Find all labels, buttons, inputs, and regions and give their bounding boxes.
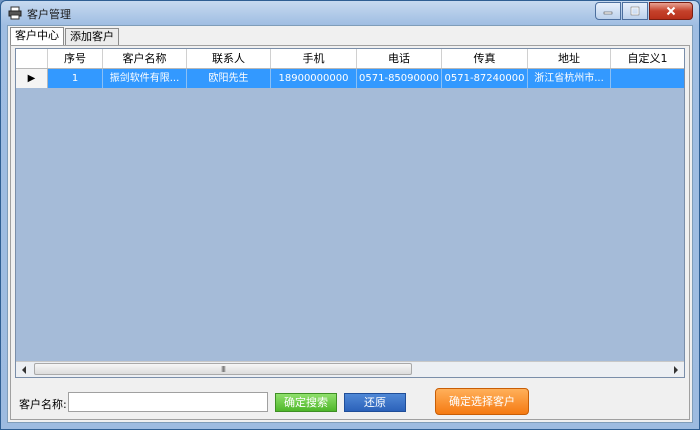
cell-phone[interactable]: 0571-85090000 [357,69,442,88]
cell-mobile[interactable]: 18900000000 [271,69,357,88]
row-indicator-icon: ▶ [16,69,48,88]
search-button[interactable]: 确定搜索 [275,393,337,412]
column-header-fax[interactable]: 传真 [442,49,528,68]
cell-custom1[interactable] [611,69,684,88]
close-icon [666,6,676,16]
scroll-thumb[interactable]: III [34,363,412,375]
column-header-phone[interactable]: 电话 [357,49,442,68]
column-header-custom1[interactable]: 自定义1 [611,49,684,68]
scroll-left-button[interactable] [17,363,31,376]
table-row[interactable]: ▶ 1 振剑软件有限... 欧阳先生 18900000000 0571-8509… [16,69,684,88]
grid-header: 序号 客户名称 联系人 手机 电话 传真 地址 自定义1 [16,49,684,69]
confirm-select-customer-button[interactable]: 确定选择客户 [435,388,529,415]
scroll-thumb-grip: III [220,364,226,374]
arrow-left-icon [22,365,26,374]
reset-button[interactable]: 还原 [344,393,406,412]
scroll-right-button[interactable] [669,363,683,376]
cell-customer-name[interactable]: 振剑软件有限... [103,69,187,88]
tab-add-customer[interactable]: 添加客户 [65,28,119,45]
column-header-contact[interactable]: 联系人 [187,49,271,68]
horizontal-scrollbar[interactable]: III [16,361,684,377]
customer-center-panel: 序号 客户名称 联系人 手机 电话 传真 地址 自定义1 ▶ 1 振剑软件有限.… [10,45,690,420]
tab-customer-center[interactable]: 客户中心 [10,27,64,46]
column-header-address[interactable]: 地址 [528,49,611,68]
column-header-index[interactable]: 序号 [48,49,103,68]
arrow-right-icon [674,365,678,374]
search-bar: 客户名称: 确定搜索 还原 确定选择客户 [11,384,689,416]
client-area: 客户中心 添加客户 序号 客户名称 联系人 手机 电话 传真 地址 自定义1 ▶ [7,25,693,423]
title-bar[interactable]: 客户管理 [1,1,699,25]
column-header-mobile[interactable]: 手机 [271,49,357,68]
window-title: 客户管理 [27,8,71,21]
column-header-customer-name[interactable]: 客户名称 [103,49,187,68]
cell-contact[interactable]: 欧阳先生 [187,69,271,88]
cell-address[interactable]: 浙江省杭州市... [528,69,611,88]
cell-fax[interactable]: 0571-87240000 [442,69,528,88]
customer-grid[interactable]: 序号 客户名称 联系人 手机 电话 传真 地址 自定义1 ▶ 1 振剑软件有限.… [15,48,685,378]
cell-index[interactable]: 1 [48,69,103,88]
customer-name-label: 客户名称: [19,398,67,411]
tab-strip: 客户中心 添加客户 [10,27,120,46]
maximize-button[interactable] [622,2,648,20]
printer-icon [8,6,22,20]
column-header-indicator[interactable] [16,49,48,68]
customer-name-input[interactable] [68,392,268,412]
minimize-icon [603,11,613,15]
customer-management-window: 客户管理 客户中心 添加客户 序号 客户名称 联系人 手机 电话 传真 地址 自… [0,0,700,430]
minimize-button[interactable] [595,2,621,20]
close-button[interactable] [649,2,693,20]
maximize-icon [630,6,640,16]
